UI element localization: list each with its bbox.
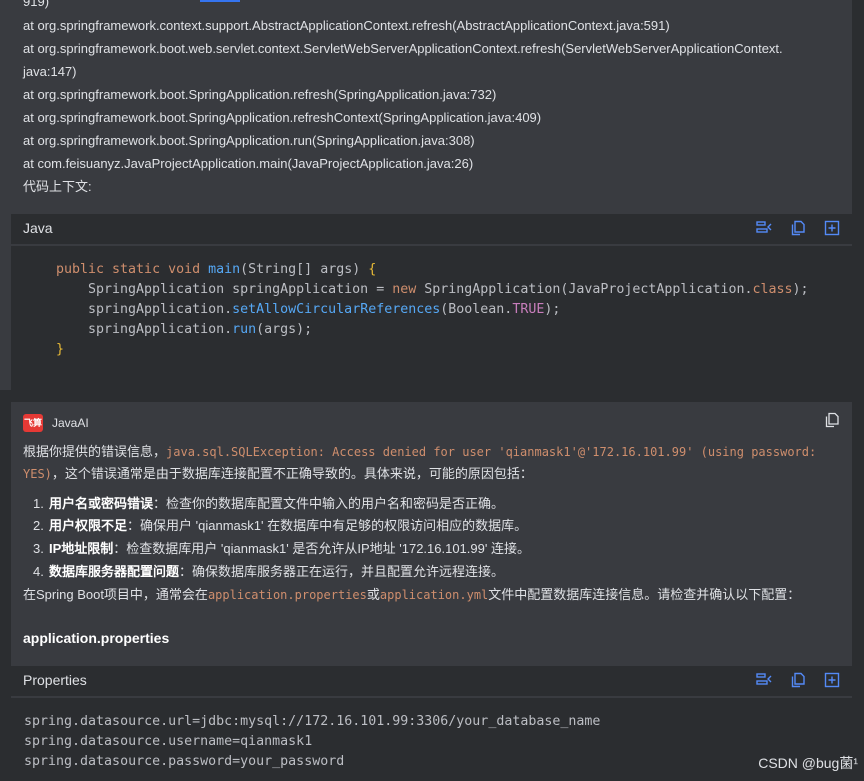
- chat-panel: 919) at org.springframework.context.supp…: [0, 0, 864, 781]
- code-token: run: [232, 322, 257, 337]
- insert-at-caret-icon[interactable]: [756, 220, 772, 236]
- code-token: }: [56, 342, 65, 357]
- copy-icon[interactable]: [790, 672, 806, 688]
- code-token: main: [208, 262, 241, 277]
- ai-paragraph: 根据你提供的错误信息，java.sql.SQLException: Access…: [23, 441, 816, 463]
- ai-paragraph: 在Spring Boot项目中，通常会在application.properti…: [23, 584, 800, 606]
- code-block-header: Java: [11, 214, 852, 244]
- section-heading: application.properties: [23, 630, 170, 646]
- list-item-text: ：确保数据库服务器正在运行，并且配置允许远程连接。: [179, 564, 505, 579]
- code-line: springApplication.run(args);: [88, 320, 312, 340]
- code-actions: [756, 220, 840, 236]
- list-number: 1.: [33, 496, 44, 511]
- code-token: class: [752, 282, 793, 297]
- code-line: }: [56, 340, 64, 360]
- trace-line: 代码上下文:: [23, 179, 92, 194]
- list-item-text: ：检查你的数据库配置文件中输入的用户名和密码是否正确。: [153, 496, 505, 511]
- code-token: (args);: [256, 322, 313, 337]
- ai-text-segment: ，这个错误通常是由于数据库连接配置不正确导致的。具体来说，可能的原因包括：: [51, 466, 533, 481]
- inline-code: YES): [23, 467, 52, 481]
- list-item: 3. IP地址限制：检查数据库用户 'qianmask1' 是否允许从IP地址 '…: [33, 538, 530, 560]
- ai-paragraph: YES)，这个错误通常是由于数据库连接配置不正确导致的。具体来说，可能的原因包括…: [23, 463, 533, 485]
- code-token: );: [544, 302, 561, 317]
- trace-line: at org.springframework.boot.SpringApplic…: [23, 133, 475, 148]
- list-item-title: 数据库服务器配置问题: [49, 564, 180, 579]
- code-token: setAllowCircularReferences: [232, 302, 441, 317]
- code-actions: [756, 672, 840, 688]
- code-token: new: [392, 282, 425, 297]
- code-token: (Boolean.: [440, 302, 513, 317]
- list-number: 2.: [33, 518, 44, 533]
- ai-text-segment: 文件中配置数据库连接信息。请检查并确认以下配置：: [488, 587, 801, 602]
- inline-code: application.properties: [207, 588, 367, 602]
- java-code-block[interactable]: public static void main(String[] args) {…: [11, 246, 852, 390]
- trace-line: at com.feisuanyz.JavaProjectApplication.…: [23, 156, 474, 171]
- inline-code: application.yml: [379, 588, 489, 602]
- new-file-icon[interactable]: [824, 220, 840, 236]
- list-item: 1. 用户名或密码错误：检查你的数据库配置文件中输入的用户名和密码是否正确。: [33, 493, 504, 515]
- code-line: spring.datasource.url=jdbc:mysql://172.1…: [24, 714, 601, 729]
- code-token: public static void: [56, 262, 209, 277]
- ai-avatar: 飞算: [23, 414, 43, 432]
- code-token: SpringApplication springApplication =: [88, 282, 393, 297]
- code-block-header: Properties: [11, 666, 852, 696]
- stacktrace-message: 919) at org.springframework.context.supp…: [0, 0, 852, 390]
- trace-line: at org.springframework.boot.SpringApplic…: [23, 110, 542, 125]
- new-file-icon[interactable]: [824, 672, 840, 688]
- trace-line: 919): [23, 0, 50, 9]
- list-item-title: IP地址限制: [49, 541, 114, 556]
- copy-message-icon[interactable]: [824, 412, 840, 428]
- active-tab-indicator: [200, 0, 240, 2]
- list-item-text: ：检查数据库用户 'qianmask1' 是否允许从IP地址 '172.16.1…: [113, 541, 530, 556]
- trace-line: at org.springframework.boot.web.servlet.…: [23, 41, 783, 56]
- insert-at-caret-icon[interactable]: [756, 672, 772, 688]
- code-token: springApplication.: [88, 322, 233, 337]
- ai-message: 飞算 JavaAI 根据你提供的错误信息，java.sql.SQLExcepti…: [11, 402, 852, 781]
- code-token: SpringApplication(JavaProjectApplication…: [424, 282, 753, 297]
- trace-line: at org.springframework.context.support.A…: [23, 18, 670, 33]
- code-line: springApplication.setAllowCircularRefere…: [88, 300, 560, 320]
- inline-code: java.sql.SQLException: Access denied for…: [166, 445, 817, 459]
- list-number: 4.: [33, 564, 44, 579]
- code-token: springApplication.: [88, 302, 233, 317]
- properties-code-block[interactable]: spring.datasource.url=jdbc:mysql://172.1…: [11, 698, 852, 781]
- trace-line: java:147): [23, 64, 77, 79]
- list-item: 2. 用户权限不足：确保用户 'qianmask1' 在数据库中有足够的权限访问相…: [33, 515, 527, 537]
- list-number: 3.: [33, 541, 44, 556]
- code-token: {: [368, 262, 377, 277]
- ai-text-segment: 在Spring Boot项目中，通常会在: [23, 587, 208, 602]
- code-line: public static void main(String[] args) {: [56, 260, 376, 280]
- ai-text-segment: 根据你提供的错误信息，: [23, 444, 167, 459]
- code-line: SpringApplication springApplication = ne…: [88, 280, 809, 300]
- watermark: CSDN @bug菌¹: [756, 753, 860, 773]
- code-token: (String[] args): [240, 262, 369, 277]
- ai-name: JavaAI: [52, 416, 89, 430]
- code-language-label: Properties: [23, 672, 87, 688]
- code-line: spring.datasource.password=your_password: [24, 754, 345, 769]
- copy-icon[interactable]: [790, 220, 806, 236]
- list-item-title: 用户权限不足: [49, 518, 128, 533]
- code-token: );: [792, 282, 809, 297]
- code-token: TRUE: [512, 302, 545, 317]
- code-language-label: Java: [23, 220, 53, 236]
- ai-text-segment: 或: [366, 587, 380, 602]
- list-item-title: 用户名或密码错误: [49, 496, 154, 511]
- list-item-text: ：确保用户 'qianmask1' 在数据库中有足够的权限访问相应的数据库。: [127, 518, 528, 533]
- list-item: 4. 数据库服务器配置问题：确保数据库服务器正在运行，并且配置允许远程连接。: [33, 561, 504, 583]
- code-line: spring.datasource.username=qianmask1: [24, 734, 313, 749]
- trace-line: at org.springframework.boot.SpringApplic…: [23, 87, 497, 102]
